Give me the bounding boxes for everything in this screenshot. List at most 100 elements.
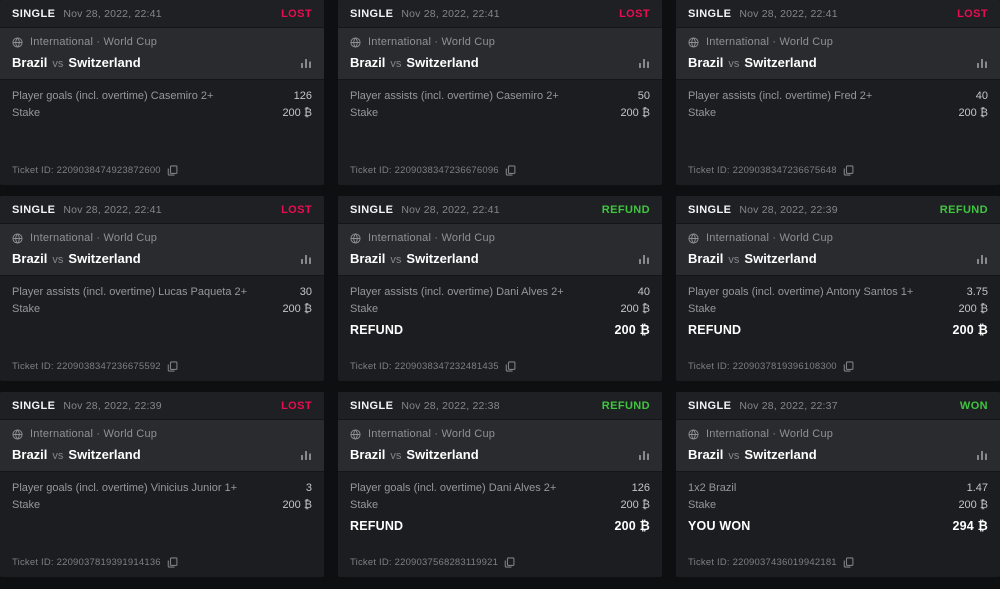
bet-card-header: SINGLE Nov 28, 2022, 22:39 LOST — [0, 392, 324, 420]
copy-icon[interactable] — [843, 557, 854, 568]
bet-market-label: Player assists (incl. overtime) Dani Alv… — [350, 286, 564, 298]
ticket-id-value: 2209037568283119921 — [395, 557, 498, 568]
bet-card: SINGLE Nov 28, 2022, 22:41 REFUND Intern… — [338, 196, 662, 381]
copy-icon[interactable] — [167, 557, 178, 568]
copy-icon[interactable] — [505, 361, 516, 372]
bet-type-label: SINGLE — [350, 8, 393, 20]
event-panel: International · World Cup Brazil vs Swit… — [676, 224, 1000, 276]
bet-type-label: SINGLE — [688, 400, 731, 412]
stats-icon[interactable] — [300, 253, 312, 265]
stats-icon[interactable] — [638, 449, 650, 461]
event-panel: International · World Cup Brazil vs Swit… — [676, 420, 1000, 472]
stats-icon[interactable] — [976, 57, 988, 69]
stats-icon[interactable] — [638, 253, 650, 265]
vs-label: vs — [390, 450, 401, 462]
team-name-away: Switzerland — [744, 447, 816, 462]
league-row: International · World Cup — [12, 428, 312, 440]
bet-odds-value: 40 — [976, 90, 988, 102]
league-label: International · World Cup — [368, 428, 495, 440]
match-row: Brazil vs Switzerland — [12, 55, 312, 70]
ticket-footer: Ticket ID: 2209037819396108300 — [676, 361, 1000, 381]
result-label: REFUND — [350, 519, 403, 533]
team-name-away: Switzerland — [68, 55, 140, 70]
bet-type-label: SINGLE — [12, 204, 55, 216]
bet-odds-value: 126 — [294, 90, 312, 102]
stats-icon[interactable] — [300, 449, 312, 461]
result-amount: 200 ₿ — [614, 519, 650, 533]
bet-odds-value: 1.47 — [967, 482, 988, 494]
ticket-id-prefix: Ticket ID: — [688, 165, 730, 176]
ticket-id-prefix: Ticket ID: — [12, 361, 54, 372]
ticket-id-line: Ticket ID: 2209038347232481435 — [350, 361, 499, 372]
ticket-id-value: 2209038347232481435 — [395, 361, 499, 372]
stake-row: Stake 200 ₿ — [12, 496, 312, 513]
ticket-id-line: Ticket ID: 2209037568283119921 — [350, 557, 498, 568]
ticket-footer: Ticket ID: 2209038347236676096 — [338, 165, 662, 185]
status-badge: REFUND — [940, 204, 988, 216]
team-name-home: Brazil — [688, 251, 723, 266]
copy-icon[interactable] — [843, 165, 854, 176]
stake-row: Stake 200 ₿ — [688, 496, 988, 513]
result-amount: 200 ₿ — [952, 323, 988, 337]
league-label: International · World Cup — [30, 36, 157, 48]
event-panel: International · World Cup Brazil vs Swit… — [0, 420, 324, 472]
ticket-id-value: 2209037819391914136 — [57, 557, 161, 568]
bet-card-header: SINGLE Nov 28, 2022, 22:37 WON — [676, 392, 1000, 420]
match-row: Brazil vs Switzerland — [350, 55, 650, 70]
copy-icon[interactable] — [843, 361, 854, 372]
stats-icon[interactable] — [300, 57, 312, 69]
team-name-home: Brazil — [12, 55, 47, 70]
match-row: Brazil vs Switzerland — [688, 251, 988, 266]
bet-type-label: SINGLE — [350, 400, 393, 412]
bet-card: SINGLE Nov 28, 2022, 22:41 LOST Internat… — [0, 196, 324, 381]
stake-label: Stake — [12, 499, 40, 511]
bet-market-row: Player goals (incl. overtime) Casemiro 2… — [12, 87, 312, 104]
stake-value: 200 ₿ — [620, 107, 650, 119]
bet-type-label: SINGLE — [12, 8, 55, 20]
status-badge: LOST — [281, 400, 312, 412]
bet-odds-value: 40 — [638, 286, 650, 298]
result-amount: 294 ₿ — [952, 519, 988, 533]
event-panel: International · World Cup Brazil vs Swit… — [676, 28, 1000, 80]
stake-value: 200 ₿ — [282, 499, 312, 511]
stake-row: Stake 200 ₿ — [12, 104, 312, 121]
bet-card-header: SINGLE Nov 28, 2022, 22:41 LOST — [676, 0, 1000, 28]
bet-odds-value: 30 — [300, 286, 312, 298]
football-globe-icon — [688, 429, 699, 440]
copy-icon[interactable] — [504, 557, 515, 568]
vs-label: vs — [728, 254, 739, 266]
stake-value: 200 ₿ — [958, 107, 988, 119]
status-badge: WON — [960, 400, 988, 412]
bet-odds-value: 50 — [638, 90, 650, 102]
vs-label: vs — [52, 254, 63, 266]
bet-type-label: SINGLE — [350, 204, 393, 216]
league-label: International · World Cup — [368, 36, 495, 48]
bet-card: SINGLE Nov 28, 2022, 22:41 LOST Internat… — [0, 0, 324, 185]
stats-icon[interactable] — [638, 57, 650, 69]
copy-icon[interactable] — [167, 165, 178, 176]
ticket-id-line: Ticket ID: 2209037819396108300 — [688, 361, 837, 372]
football-globe-icon — [688, 37, 699, 48]
football-globe-icon — [350, 37, 361, 48]
bet-type-label: SINGLE — [688, 204, 731, 216]
bet-market-row: Player assists (incl. overtime) Lucas Pa… — [12, 283, 312, 300]
ticket-id-prefix: Ticket ID: — [12, 557, 54, 568]
event-panel: International · World Cup Brazil vs Swit… — [338, 420, 662, 472]
ticket-id-line: Ticket ID: 2209037819391914136 — [12, 557, 161, 568]
copy-icon[interactable] — [505, 165, 516, 176]
stake-label: Stake — [688, 107, 716, 119]
league-row: International · World Cup — [350, 36, 650, 48]
bet-date: Nov 28, 2022, 22:41 — [401, 8, 499, 20]
bet-market-label: Player goals (incl. overtime) Dani Alves… — [350, 482, 556, 494]
match-row: Brazil vs Switzerland — [12, 251, 312, 266]
match-row: Brazil vs Switzerland — [12, 447, 312, 462]
bet-card-header: SINGLE Nov 28, 2022, 22:41 LOST — [0, 196, 324, 224]
bet-details: Player goals (incl. overtime) Casemiro 2… — [0, 80, 324, 121]
bet-card-header: SINGLE Nov 28, 2022, 22:38 REFUND — [338, 392, 662, 420]
stake-label: Stake — [350, 107, 378, 119]
stats-icon[interactable] — [976, 253, 988, 265]
football-globe-icon — [350, 429, 361, 440]
stats-icon[interactable] — [976, 449, 988, 461]
copy-icon[interactable] — [167, 361, 178, 372]
bet-card: SINGLE Nov 28, 2022, 22:38 REFUND Intern… — [338, 392, 662, 577]
